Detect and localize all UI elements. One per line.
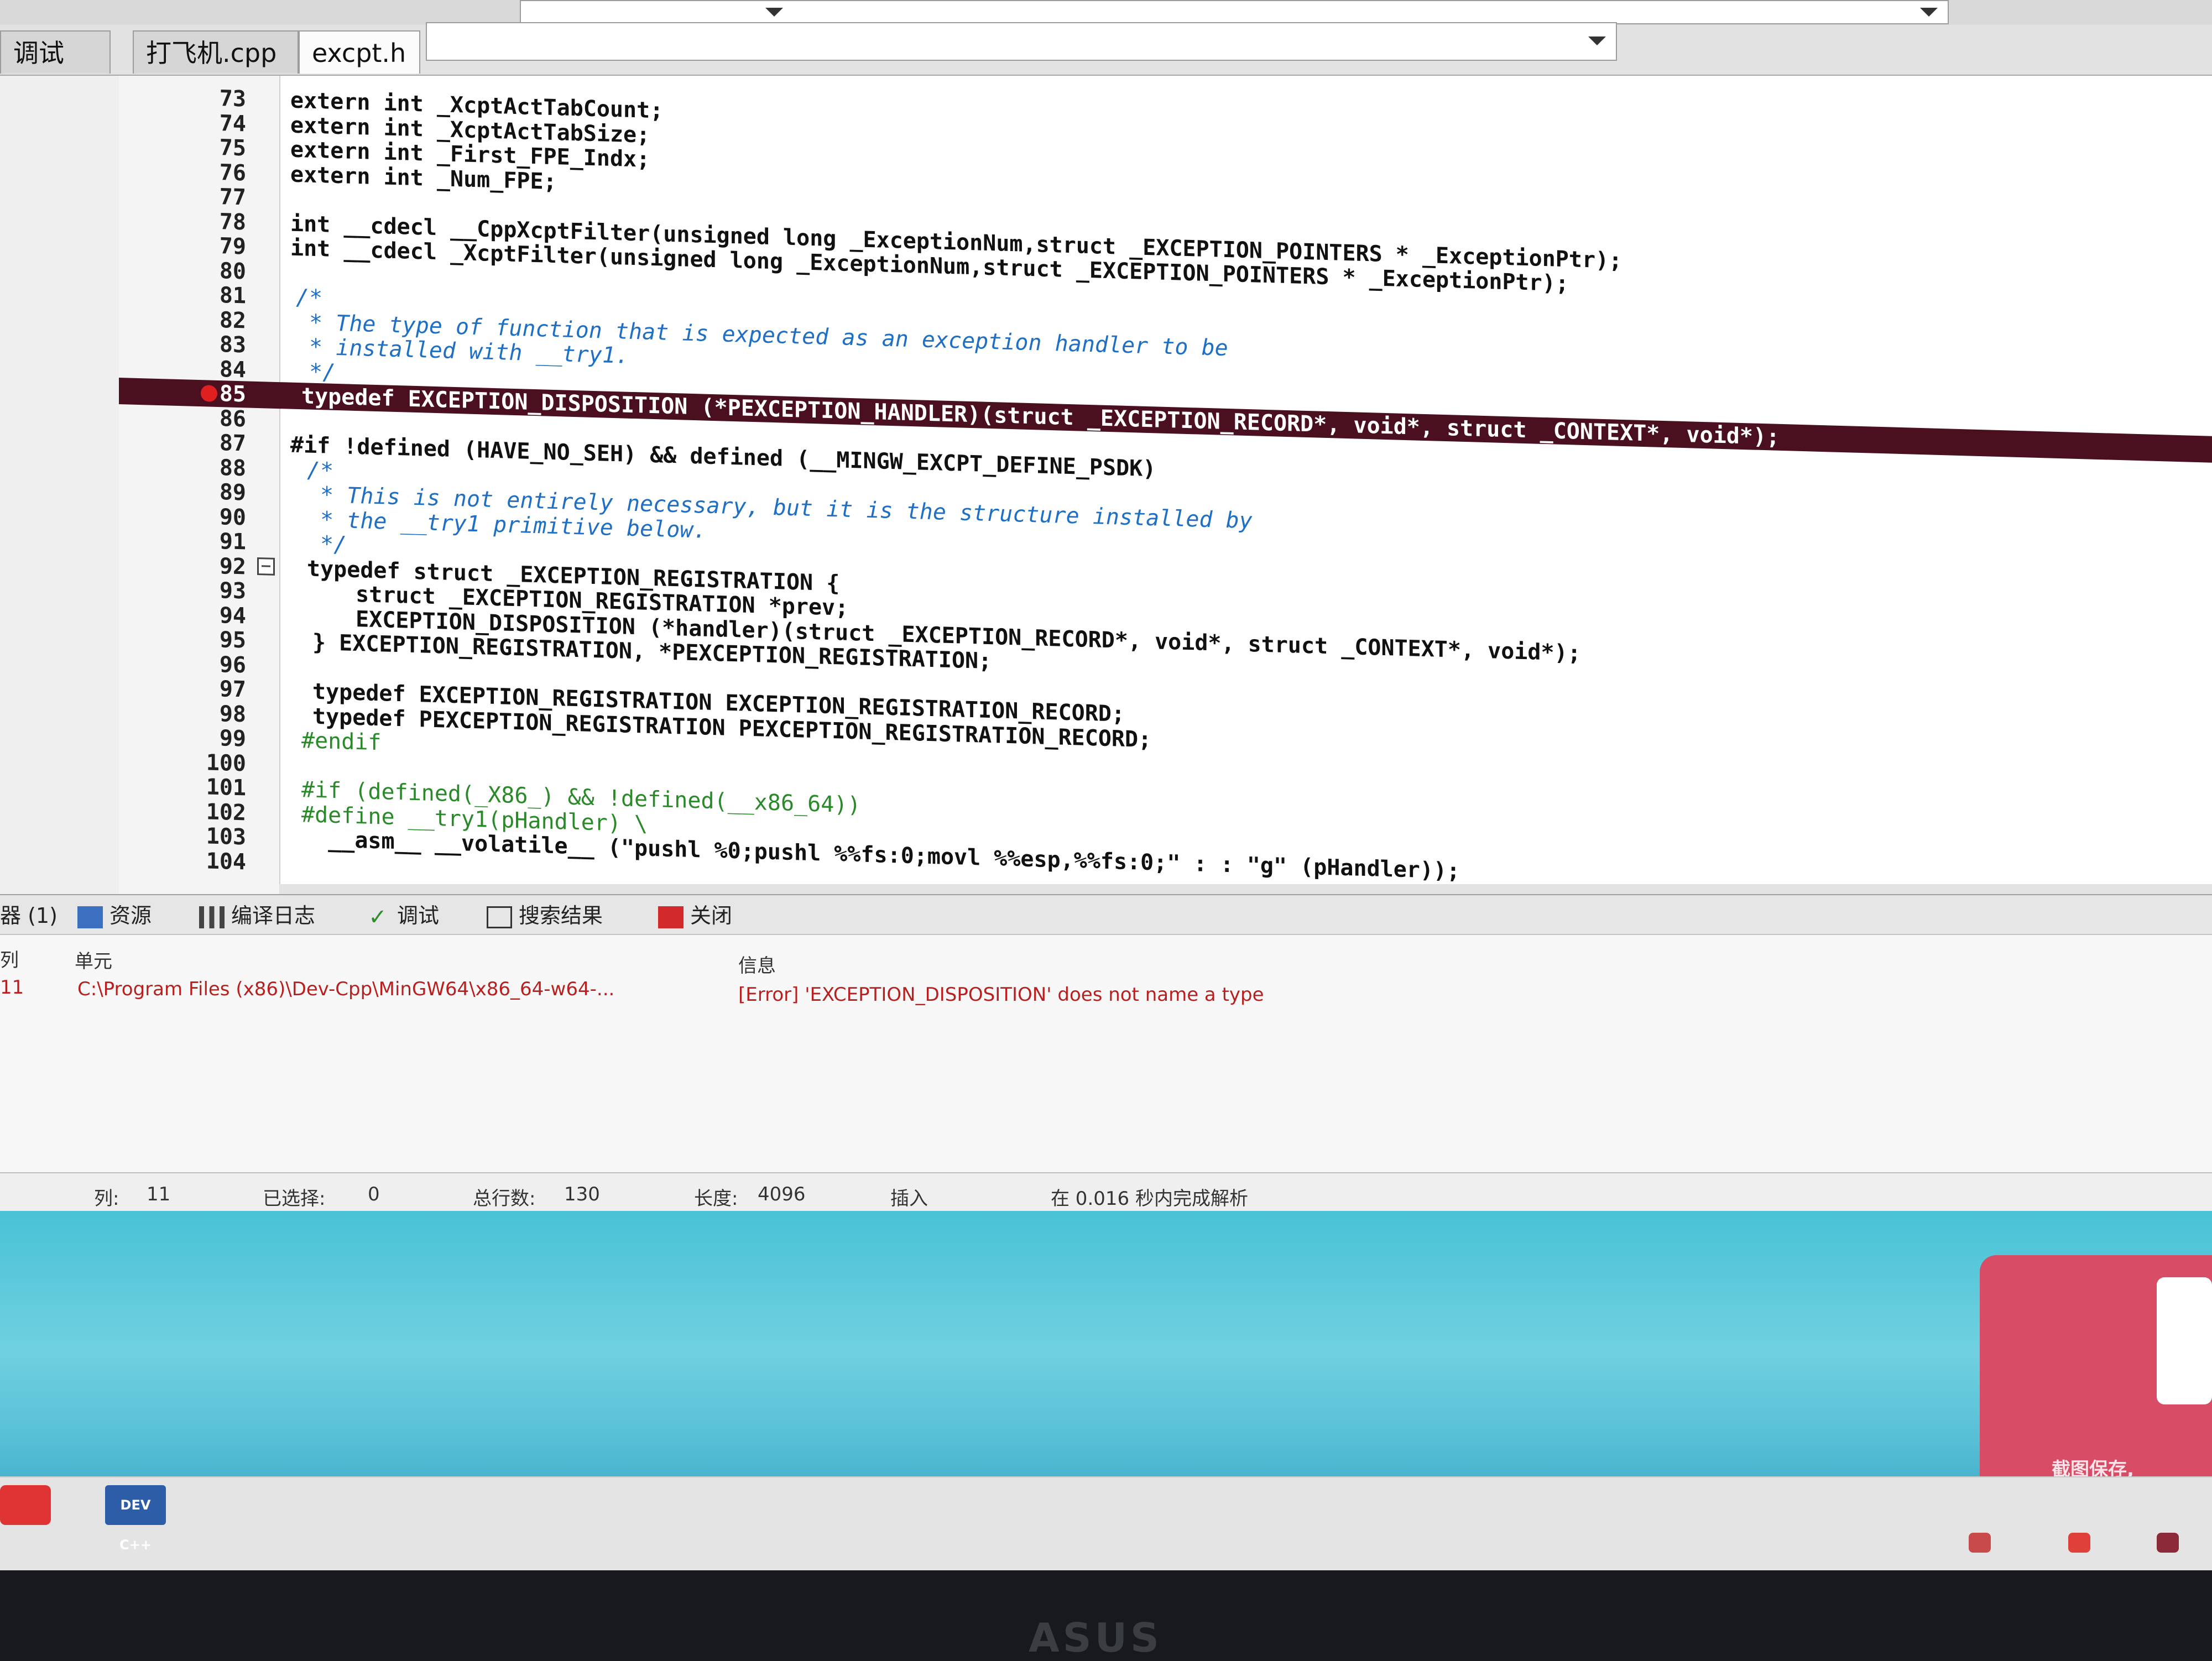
chevron-down-icon bbox=[1920, 8, 1938, 17]
status-parse-time: 在 0.016 秒内完成解析 bbox=[1051, 1188, 1248, 1210]
code-text: /* bbox=[296, 284, 323, 311]
status-col-label: 列: bbox=[94, 1188, 119, 1210]
tab-compiler[interactable]: 器 (1) bbox=[0, 902, 58, 929]
status-sel-label: 已选择: bbox=[263, 1188, 326, 1210]
tray-icon[interactable] bbox=[2068, 1533, 2090, 1553]
chevron-down-icon bbox=[765, 8, 783, 17]
message-panel: 器 (1) 资源 编译日志 ✓ 调试 搜索结果 关闭 列 单元 信息 11 C:\… bbox=[0, 894, 2212, 1208]
tab-compile-log[interactable]: 编译日志 bbox=[199, 902, 315, 929]
code-lines: 73 extern int _XcptActTabCount; 74 extern i… bbox=[119, 76, 2212, 884]
code-editor[interactable]: 73 extern int _XcptActTabCount; 74 extern i… bbox=[119, 76, 2212, 894]
tab-compiler-label: 器 (1) bbox=[0, 903, 58, 928]
tab-debug-label: 调试 bbox=[397, 903, 440, 928]
tab-file-cpp[interactable]: 打飞机.cpp bbox=[133, 30, 299, 74]
status-bar: 列: 11 已选择: 0 总行数: 130 长度: 4096 插入 在 0.01… bbox=[0, 1172, 2212, 1212]
tab-close-label: 关闭 bbox=[690, 903, 733, 928]
close-icon bbox=[658, 906, 684, 928]
tab-resources-label: 资源 bbox=[109, 903, 152, 928]
line-number: 104 bbox=[206, 848, 246, 875]
col-unit-header: 单元 bbox=[75, 950, 112, 973]
error-message[interactable]: [Error] 'EXCEPTION_DISPOSITION' does not… bbox=[738, 984, 1264, 1006]
col-line-header: 列 bbox=[0, 949, 19, 971]
tab-resources[interactable]: 资源 bbox=[77, 902, 152, 929]
status-len-label: 长度: bbox=[694, 1188, 738, 1210]
search-icon bbox=[487, 906, 512, 928]
weibo-icon[interactable] bbox=[0, 1485, 51, 1525]
resources-icon bbox=[77, 906, 103, 928]
tab-close[interactable]: 关闭 bbox=[658, 902, 732, 929]
project-panel bbox=[0, 76, 120, 894]
editor-tabbar: 调试 打飞机.cpp excpt.h bbox=[0, 22, 2212, 76]
panel-tabbar: 器 (1) 资源 编译日志 ✓ 调试 搜索结果 关闭 bbox=[0, 895, 2212, 935]
status-col-value: 11 bbox=[147, 1183, 171, 1205]
col-info-header: 信息 bbox=[738, 955, 776, 977]
tab-search-results-label: 搜索结果 bbox=[519, 903, 603, 928]
desktop-background bbox=[0, 1211, 2212, 1521]
code-text: /* bbox=[307, 457, 334, 484]
check-icon: ✓ bbox=[368, 904, 387, 930]
tab-search-results[interactable]: 搜索结果 bbox=[487, 902, 603, 929]
status-len-value: 4096 bbox=[758, 1183, 806, 1205]
code-text: */ bbox=[296, 358, 336, 385]
class-combo[interactable] bbox=[785, 0, 1949, 24]
tab-debug-panel[interactable]: ✓ 调试 bbox=[365, 902, 439, 929]
error-marker-icon bbox=[201, 385, 217, 402]
tab-debug[interactable]: 调试 bbox=[0, 30, 111, 74]
fold-toggle-icon[interactable] bbox=[257, 557, 275, 576]
status-insert-mode: 插入 bbox=[890, 1188, 928, 1210]
error-file[interactable]: C:\Program Files (x86)\Dev-Cpp\MinGW64\x… bbox=[77, 978, 614, 1000]
monitor-screen: 调试 打飞机.cpp excpt.h 73 extern int _XcptAct… bbox=[0, 0, 2212, 1570]
status-sel-value: 0 bbox=[368, 1183, 380, 1205]
widget-panel bbox=[2157, 1277, 2212, 1404]
tray-icon[interactable] bbox=[2157, 1533, 2179, 1553]
devcpp-taskbar-button[interactable]: DEV C++ bbox=[105, 1485, 166, 1553]
code-text: */ bbox=[307, 531, 347, 558]
bar-chart-icon bbox=[199, 906, 225, 928]
scope-combo[interactable] bbox=[520, 0, 786, 24]
monitor-brand-logo: ASUS bbox=[1029, 1615, 1162, 1661]
tab-compile-log-label: 编译日志 bbox=[231, 903, 316, 928]
horizontal-scrollbar[interactable] bbox=[279, 884, 2212, 894]
error-line-number[interactable]: 11 bbox=[0, 976, 24, 999]
taskbar: DEV C++ bbox=[0, 1476, 2212, 1570]
status-total-value: 130 bbox=[564, 1183, 600, 1205]
function-combo[interactable] bbox=[426, 22, 1617, 61]
tab-excpt-h[interactable]: excpt.h bbox=[299, 30, 420, 74]
tray-icon[interactable] bbox=[1969, 1533, 1991, 1553]
chevron-down-icon bbox=[1588, 36, 1606, 45]
status-total-label: 总行数: bbox=[473, 1188, 536, 1210]
